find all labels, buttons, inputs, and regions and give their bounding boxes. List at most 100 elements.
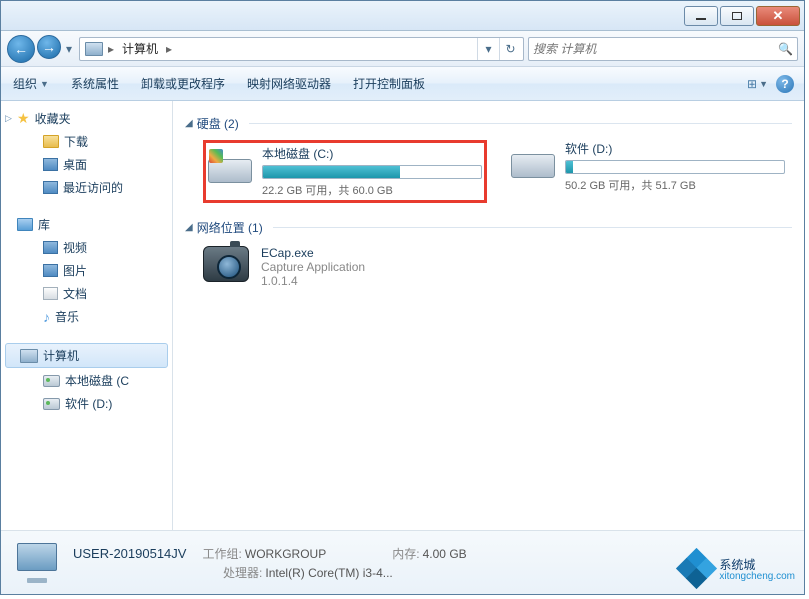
view-options[interactable]: ⊞▼ xyxy=(747,77,768,91)
watermark: 系统城 xitongcheng.com xyxy=(681,553,795,585)
breadcrumb-sep: ▸ xyxy=(164,42,174,56)
usage-bar xyxy=(565,160,785,174)
tree-music[interactable]: ♪ 音乐 xyxy=(1,305,172,328)
drive-icon xyxy=(43,398,60,410)
group-label: 硬盘 (2) xyxy=(197,115,239,132)
addr-dropdown[interactable]: ▾ xyxy=(477,38,499,60)
content-pane: ◢ 硬盘 (2) 本地磁盘 (C:) 22.2 GB 可用，共 60.0 GB xyxy=(173,101,804,530)
drive-label: 本地磁盘 (C:) xyxy=(262,145,482,165)
address-bar[interactable]: ▸ 计算机 ▸ ▾ ↻ xyxy=(79,37,524,61)
close-icon: ✕ xyxy=(773,8,784,24)
picture-icon xyxy=(43,264,58,277)
computer-icon xyxy=(85,42,103,56)
net-item-name: ECap.exe xyxy=(261,246,365,260)
recent-icon xyxy=(43,181,58,194)
tree-label: 视频 xyxy=(63,239,87,256)
net-item-desc: Capture Application xyxy=(261,260,365,274)
minimize-button[interactable] xyxy=(684,6,718,26)
group-network-locations[interactable]: ◢ 网络位置 (1) xyxy=(185,213,792,240)
tree-drive-d[interactable]: 软件 (D:) xyxy=(1,392,172,415)
maximize-button[interactable] xyxy=(720,6,754,26)
titlebar: ✕ xyxy=(1,1,804,31)
collapse-icon: ◢ xyxy=(185,118,193,129)
details-key: 内存: xyxy=(392,547,419,561)
system-properties[interactable]: 系统属性 xyxy=(69,71,121,96)
tree-label: 本地磁盘 (C xyxy=(65,372,129,389)
search-input[interactable] xyxy=(533,42,778,56)
star-icon: ★ xyxy=(17,110,30,127)
map-network-drive[interactable]: 映射网络驱动器 xyxy=(245,71,333,96)
network-item-ecap[interactable]: ECap.exe Capture Application 1.0.1.4 xyxy=(185,240,792,298)
details-key: 工作组: xyxy=(202,547,241,561)
tree-label: 下载 xyxy=(64,133,88,150)
tree-label: 收藏夹 xyxy=(35,110,71,127)
watermark-text: 系统城 xyxy=(719,558,755,572)
camera-icon xyxy=(203,246,249,282)
tree-label: 计算机 xyxy=(43,347,79,364)
tree-drive-c[interactable]: 本地磁盘 (C xyxy=(1,369,172,392)
collapse-icon: ◢ xyxy=(185,222,193,233)
group-hard-drives[interactable]: ◢ 硬盘 (2) xyxy=(185,109,792,136)
library-icon xyxy=(17,218,33,231)
uninstall-programs[interactable]: 卸载或更改程序 xyxy=(139,71,227,96)
video-icon xyxy=(43,241,58,254)
work-area: ▷ ★ 收藏夹 下载 桌面 最近访问的 库 视频 图片 文档 ♪ 音乐 计算机 本… xyxy=(1,101,804,530)
desktop-icon xyxy=(43,158,58,171)
tree-computer[interactable]: 计算机 xyxy=(5,343,168,368)
tree-pictures[interactable]: 图片 xyxy=(1,259,172,282)
drive-icon xyxy=(208,145,252,183)
tree-recent[interactable]: 最近访问的 xyxy=(1,176,172,199)
tree-desktop[interactable]: 桌面 xyxy=(1,153,172,176)
net-item-version: 1.0.1.4 xyxy=(261,274,365,288)
tree-documents[interactable]: 文档 xyxy=(1,282,172,305)
music-icon: ♪ xyxy=(43,309,50,325)
computer-icon xyxy=(20,349,38,363)
group-label: 网络位置 (1) xyxy=(197,219,263,236)
drive-c-tile[interactable]: 本地磁盘 (C:) 22.2 GB 可用，共 60.0 GB xyxy=(203,140,487,203)
drive-stats: 22.2 GB 可用，共 60.0 GB xyxy=(262,182,482,198)
tree-label: 软件 (D:) xyxy=(65,395,112,412)
close-button[interactable]: ✕ xyxy=(756,6,800,26)
organize-menu[interactable]: 组织▼ xyxy=(11,71,51,96)
explorer-window: ✕ ← → ▾ ▸ 计算机 ▸ ▾ ↻ 🔍 组织▼ 系统属性 卸载或更改程序 映… xyxy=(0,0,805,595)
computer-large-icon xyxy=(13,541,61,585)
tree-downloads[interactable]: 下载 xyxy=(1,130,172,153)
watermark-sub: xitongcheng.com xyxy=(719,571,795,582)
breadcrumb-sep: ▸ xyxy=(106,42,116,56)
tree-label: 库 xyxy=(38,216,50,233)
tree-favorites[interactable]: ▷ ★ 收藏夹 xyxy=(1,107,172,130)
details-key: 处理器: xyxy=(223,566,262,580)
tree-label: 桌面 xyxy=(63,156,87,173)
tree-videos[interactable]: 视频 xyxy=(1,236,172,259)
details-value: WORKGROUP xyxy=(245,547,326,561)
search-box[interactable]: 🔍 xyxy=(528,37,798,61)
forward-button[interactable]: → xyxy=(37,35,61,59)
details-computer-name: USER-20190514JV xyxy=(73,546,186,561)
nav-bar: ← → ▾ ▸ 计算机 ▸ ▾ ↻ 🔍 xyxy=(1,31,804,67)
search-icon: 🔍 xyxy=(778,42,793,56)
nav-tree: ▷ ★ 收藏夹 下载 桌面 最近访问的 库 视频 图片 文档 ♪ 音乐 计算机 本… xyxy=(1,101,173,530)
usage-bar xyxy=(262,165,482,179)
watermark-logo xyxy=(681,553,713,585)
drive-stats: 50.2 GB 可用，共 51.7 GB xyxy=(565,177,792,193)
tree-libraries[interactable]: 库 xyxy=(1,213,172,236)
details-value: Intel(R) Core(TM) i3-4... xyxy=(265,566,392,580)
open-control-panel[interactable]: 打开控制面板 xyxy=(351,71,427,96)
drive-d-tile[interactable]: 软件 (D:) 50.2 GB 可用，共 51.7 GB xyxy=(511,140,792,203)
tree-label: 图片 xyxy=(63,262,87,279)
toolbar: 组织▼ 系统属性 卸载或更改程序 映射网络驱动器 打开控制面板 ⊞▼ ? xyxy=(1,67,804,101)
refresh-button[interactable]: ↻ xyxy=(499,38,521,60)
drive-icon xyxy=(511,140,555,178)
back-button[interactable]: ← xyxy=(7,35,35,63)
history-dropdown[interactable]: ▾ xyxy=(63,35,75,63)
tree-label: 文档 xyxy=(63,285,87,302)
drive-label: 软件 (D:) xyxy=(565,140,792,160)
document-icon xyxy=(43,287,58,300)
folder-icon xyxy=(43,135,59,148)
tree-label: 最近访问的 xyxy=(63,179,123,196)
drive-icon xyxy=(43,375,60,387)
details-value: 4.00 GB xyxy=(423,547,467,561)
tree-label: 音乐 xyxy=(55,308,79,325)
breadcrumb-computer[interactable]: 计算机 xyxy=(116,38,164,59)
help-button[interactable]: ? xyxy=(776,75,794,93)
